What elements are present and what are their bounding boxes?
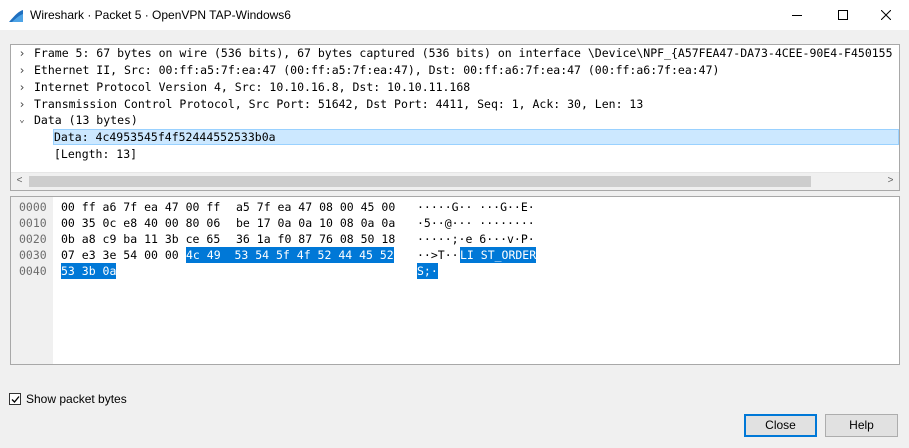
hex-bytes-selected[interactable]: 4c 49 53 54 5f 4f 52 44 45 52 bbox=[186, 247, 394, 263]
tree-item-frame[interactable]: › Frame 5: 67 bytes on wire (536 bits), … bbox=[11, 45, 893, 62]
hex-bytes[interactable]: 0b a8 c9 ba 11 3b ce 65 bbox=[61, 231, 220, 247]
tree-item-label: Data (13 bytes) bbox=[34, 113, 138, 127]
tree-item-ethernet[interactable]: › Ethernet II, Src: 00:ff:a5:7f:ea:47 (0… bbox=[11, 62, 891, 79]
minimize-icon bbox=[792, 15, 802, 16]
ascii-bytes[interactable]: ··>T·· bbox=[417, 247, 459, 263]
hex-bytes[interactable]: 07 e3 3e 54 00 00 bbox=[61, 247, 179, 263]
tree-item-data-value[interactable]: Data: 4c4953545f4f52444552533b0a bbox=[11, 129, 891, 146]
scroll-left-icon[interactable]: < bbox=[11, 173, 28, 190]
ascii-bytes-selected[interactable]: LI ST_ORDER bbox=[460, 247, 537, 263]
tree-item-label: [Length: 13] bbox=[54, 147, 138, 161]
hex-bytes[interactable]: 36 1a f0 87 76 08 50 18 bbox=[236, 231, 395, 247]
window-title: Wireshark · Packet 5 · OpenVPN TAP-Windo… bbox=[30, 8, 291, 22]
hex-offset: 0010 bbox=[19, 216, 47, 230]
hex-bytes[interactable]: 00 35 0c e8 40 00 80 06 bbox=[61, 215, 220, 231]
scrollbar-thumb[interactable] bbox=[29, 176, 811, 187]
hex-bytes-selected[interactable]: 53 3b 0a bbox=[61, 263, 117, 279]
checkmark-icon bbox=[11, 396, 20, 403]
minimize-button[interactable] bbox=[774, 0, 820, 30]
maximize-button[interactable] bbox=[820, 0, 866, 30]
ascii-bytes[interactable]: ·····G·· ···G··E· bbox=[417, 199, 535, 215]
scroll-right-icon[interactable]: > bbox=[882, 173, 899, 190]
tree-item-label: Transmission Control Protocol, Src Port:… bbox=[34, 97, 644, 111]
help-button[interactable]: Help bbox=[825, 414, 898, 437]
ascii-bytes-selected[interactable]: S;· bbox=[417, 263, 438, 279]
tree-item-tcp[interactable]: › Transmission Control Protocol, Src Por… bbox=[11, 96, 891, 113]
ascii-bytes[interactable]: ·····;·e 6···v·P· bbox=[417, 231, 535, 247]
hex-bytes[interactable]: 00 ff a6 7f ea 47 00 ff bbox=[61, 199, 220, 215]
tree-item-label: Ethernet II, Src: 00:ff:a5:7f:ea:47 (00:… bbox=[34, 63, 720, 77]
chevron-right-icon[interactable]: › bbox=[17, 62, 27, 79]
close-button[interactable]: Close bbox=[744, 414, 817, 437]
chevron-down-icon[interactable]: ⌄ bbox=[17, 112, 27, 129]
hex-offset: 0040 bbox=[19, 264, 47, 278]
hex-offset: 0020 bbox=[19, 232, 47, 246]
chevron-right-icon[interactable]: › bbox=[17, 79, 27, 96]
tree-item-label: Frame 5: 67 bytes on wire (536 bits), 67… bbox=[34, 46, 893, 60]
hex-offset: 0030 bbox=[19, 248, 47, 262]
chevron-right-icon[interactable]: › bbox=[17, 96, 27, 113]
hex-bytes[interactable]: a5 7f ea 47 08 00 45 00 bbox=[236, 199, 395, 215]
close-icon bbox=[881, 10, 891, 20]
tree-item-label: Data: 4c4953545f4f52444552533b0a bbox=[54, 130, 276, 144]
show-packet-bytes-checkbox[interactable] bbox=[9, 393, 21, 405]
packet-bytes-pane[interactable]: 0000 00 ff a6 7f ea 47 00 ff a5 7f ea 47… bbox=[10, 196, 900, 365]
show-packet-bytes-label[interactable]: Show packet bytes bbox=[26, 392, 127, 406]
ascii-bytes[interactable]: ·5··@··· ········ bbox=[417, 215, 535, 231]
packet-details-tree[interactable]: › Frame 5: 67 bytes on wire (536 bits), … bbox=[10, 44, 900, 191]
chevron-right-icon[interactable]: › bbox=[17, 45, 27, 62]
title-bar: Wireshark · Packet 5 · OpenVPN TAP-Windo… bbox=[0, 0, 909, 30]
maximize-icon bbox=[838, 10, 848, 20]
tree-item-data[interactable]: ⌄ Data (13 bytes) bbox=[11, 112, 891, 129]
tree-item-label: Internet Protocol Version 4, Src: 10.10.… bbox=[34, 80, 471, 94]
hex-bytes[interactable]: be 17 0a 0a 10 08 0a 0a bbox=[236, 215, 395, 231]
tree-item-ipv4[interactable]: › Internet Protocol Version 4, Src: 10.1… bbox=[11, 79, 891, 96]
horizontal-scrollbar[interactable]: < > bbox=[11, 172, 899, 190]
wireshark-fin-icon bbox=[8, 7, 24, 23]
tree-item-length[interactable]: [Length: 13] bbox=[11, 146, 891, 163]
close-window-button[interactable] bbox=[863, 0, 909, 30]
hex-offset: 0000 bbox=[19, 200, 47, 214]
